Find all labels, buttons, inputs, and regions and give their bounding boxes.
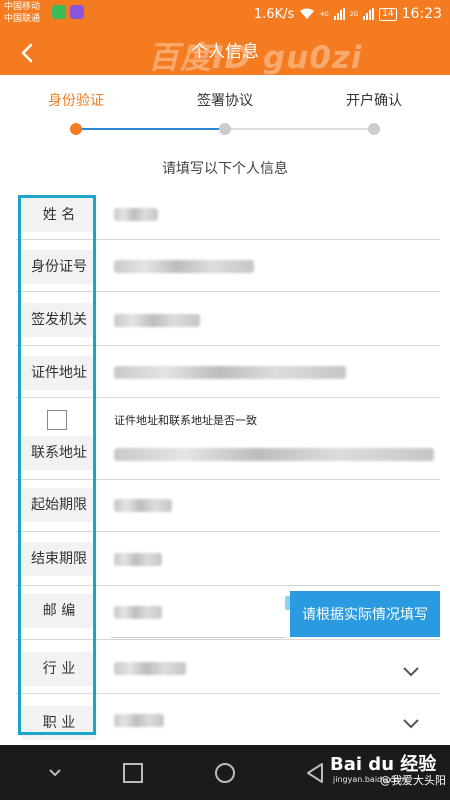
chevron-down-icon[interactable]	[402, 666, 420, 678]
same-address-text: 证件地址和联系地址是否一致	[114, 414, 257, 427]
id-address-value[interactable]	[114, 366, 346, 379]
contact-address-value[interactable]	[114, 448, 434, 461]
postcode-label: 邮 编	[22, 594, 96, 628]
battery-icon: 14	[379, 7, 397, 21]
id-number-value[interactable]	[114, 260, 254, 273]
step-account-confirmation: 开户确认	[346, 93, 402, 109]
industry-row[interactable]: 行 业	[16, 640, 440, 694]
industry-label: 行 业	[22, 652, 96, 686]
name-value[interactable]	[114, 208, 158, 221]
app-notification-icon	[70, 5, 84, 19]
step-progress-fill	[76, 128, 225, 130]
occupation-value[interactable]	[114, 714, 164, 727]
start-date-row[interactable]: 起始期限	[16, 480, 440, 532]
fill-according-to-actual-button[interactable]: 请根据实际情况填写	[290, 591, 440, 637]
status-indicators: 1.6K/s 4G 2G 14 16:23	[254, 6, 442, 22]
industry-value[interactable]	[114, 662, 186, 675]
start-date-value[interactable]	[114, 499, 172, 512]
baidu-user-text: @我爱大头阳	[380, 774, 446, 787]
step-identity-verification: 身份验证	[48, 93, 104, 109]
end-date-row[interactable]: 结束期限	[16, 532, 440, 586]
step-dot-2	[219, 123, 231, 135]
notification-icons	[52, 5, 84, 19]
contact-address-row[interactable]: 证件地址和联系地址是否一致 联系地址	[16, 398, 440, 480]
carrier-2: 中国联通	[4, 14, 41, 24]
occupation-row[interactable]: 职 业	[16, 694, 440, 744]
recent-apps-icon[interactable]	[120, 760, 146, 786]
start-date-label: 起始期限	[22, 488, 96, 522]
id-number-row[interactable]: 身份证号	[16, 240, 440, 292]
home-icon[interactable]	[212, 760, 238, 786]
carrier-1: 中国移动	[4, 2, 41, 12]
network-speed: 1.6K/s	[253, 6, 295, 22]
id-number-label: 身份证号	[22, 250, 96, 284]
form-instruction: 请填写以下个人信息	[162, 161, 288, 177]
status-bar: 中国移动 中国联通 1.6K/s 4G 2G 14 16:23	[0, 0, 450, 30]
postcode-underline	[111, 637, 286, 638]
back-triangle-icon[interactable]	[302, 760, 328, 786]
end-date-value[interactable]	[114, 553, 162, 566]
step-sign-agreement: 签署协议	[197, 93, 253, 109]
carrier-info: 中国移动 中国联通	[4, 1, 40, 25]
id-address-label: 证件地址	[22, 356, 96, 390]
occupation-label: 职 业	[22, 706, 96, 740]
id-address-row[interactable]: 证件地址	[16, 346, 440, 398]
contact-address-label: 联系地址	[22, 436, 96, 470]
issuing-authority-label: 签发机关	[22, 303, 96, 337]
hide-keyboard-icon[interactable]	[42, 760, 68, 786]
issuing-authority-row[interactable]: 签发机关	[16, 292, 440, 346]
app-header: 个人信息 百度ID gu0zi	[0, 30, 450, 76]
chevron-down-icon[interactable]	[402, 718, 420, 730]
network-type-2: 2G	[349, 10, 359, 18]
wifi-icon	[300, 8, 315, 19]
issuing-authority-value[interactable]	[114, 314, 200, 327]
signal-icon	[333, 8, 345, 20]
clock: 16:23	[401, 6, 442, 22]
network-type-1: 4G	[320, 10, 329, 18]
name-row[interactable]: 姓 名	[16, 190, 440, 240]
watermark-text: 百度ID gu0zi	[148, 40, 363, 76]
end-date-label: 结束期限	[22, 542, 96, 576]
same-address-checkbox[interactable]	[47, 410, 67, 430]
app-notification-icon	[52, 5, 66, 19]
signal-icon	[363, 8, 375, 20]
step-dot-1	[70, 123, 82, 135]
step-indicator: 身份验证 签署协议 开户确认	[0, 90, 450, 110]
postcode-value[interactable]	[114, 606, 162, 619]
name-label: 姓 名	[22, 198, 96, 232]
step-dot-3	[368, 123, 380, 135]
